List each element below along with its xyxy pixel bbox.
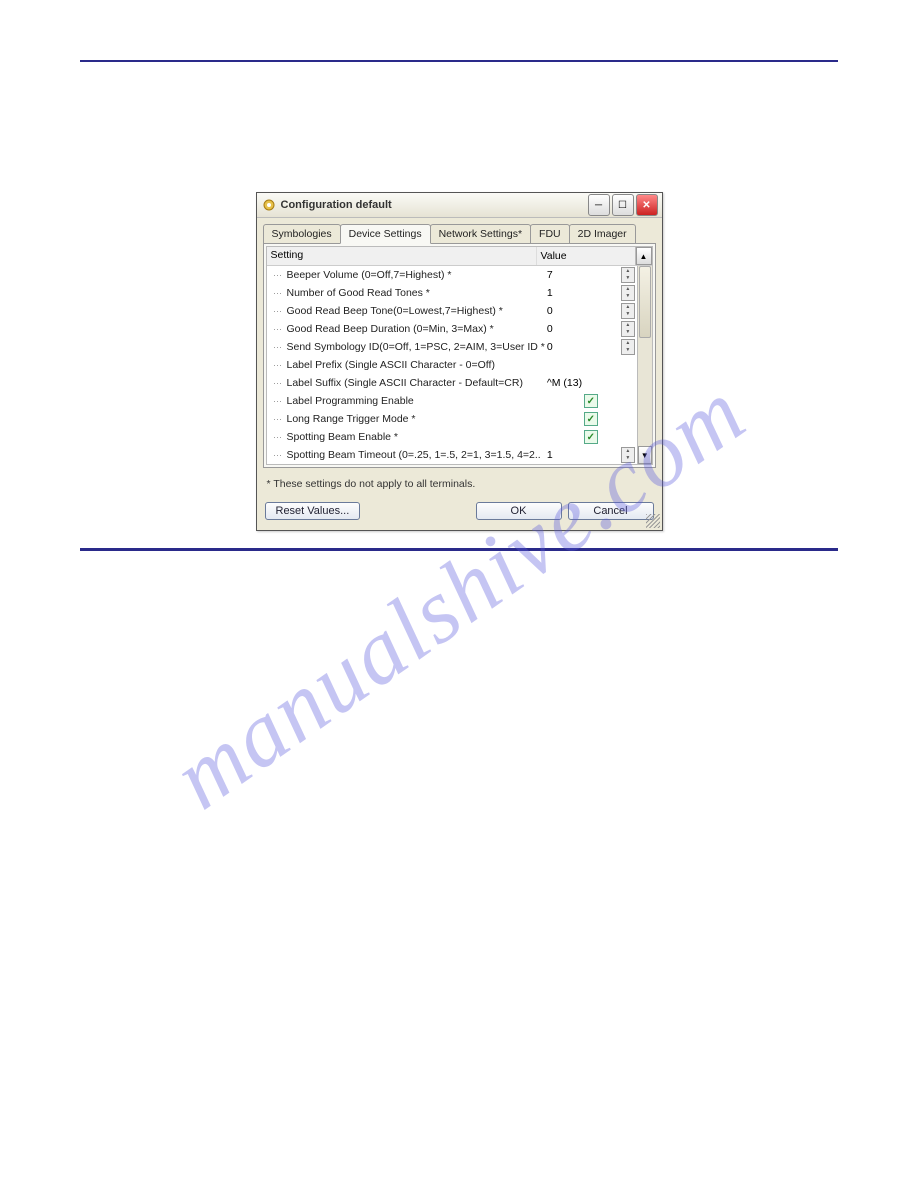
table-row[interactable]: ⋯ Spotting Beam Timeout (0=.25, 1=.5, 2=… <box>267 446 637 464</box>
setting-label: Good Read Beep Tone(0=Lowest,7=Highest) … <box>285 305 545 317</box>
tree-icon: ⋯ <box>267 342 285 353</box>
setting-value[interactable]: 0▲▼ <box>545 303 637 319</box>
bottom-rule <box>80 548 838 551</box>
tree-icon: ⋯ <box>267 288 285 299</box>
maximize-button[interactable]: ☐ <box>612 194 634 216</box>
grid-header: Setting Value ▲ <box>267 247 652 266</box>
table-row[interactable]: ⋯ Label Programming Enable ✓ <box>267 392 637 410</box>
setting-label: Send Symbology ID(0=Off, 1=PSC, 2=AIM, 3… <box>285 341 545 353</box>
tree-icon: ⋯ <box>267 360 285 371</box>
col-value-header[interactable]: Value <box>536 247 635 265</box>
close-button[interactable]: ✕ <box>636 194 658 216</box>
setting-value[interactable]: ✓ <box>545 430 637 444</box>
table-row[interactable]: ⋯ Good Read Beep Tone(0=Lowest,7=Highest… <box>267 302 637 320</box>
spinner[interactable]: ▲▼ <box>621 447 635 463</box>
setting-value[interactable]: 1▲▼ <box>545 285 637 301</box>
dialog-buttons: Reset Values... OK Cancel <box>257 496 662 530</box>
vertical-scrollbar[interactable]: ▼ <box>637 266 652 464</box>
setting-label: Label Prefix (Single ASCII Character - 0… <box>285 359 545 371</box>
page: Configuration default ─ ☐ ✕ Symbologies … <box>0 0 918 591</box>
ok-button[interactable]: OK <box>476 502 562 520</box>
tab-fdu[interactable]: FDU <box>530 224 570 243</box>
table-row[interactable]: ⋯ Number of Good Read Tones * 1▲▼ <box>267 284 637 302</box>
setting-label: Label Suffix (Single ASCII Character - D… <box>285 377 545 389</box>
config-dialog: Configuration default ─ ☐ ✕ Symbologies … <box>256 192 663 531</box>
table-row[interactable]: ⋯ Spotting Beam Enable * ✓ <box>267 428 637 446</box>
setting-value[interactable]: 0▲▼ <box>545 339 637 355</box>
spinner[interactable]: ▲▼ <box>621 267 635 283</box>
titlebar[interactable]: Configuration default ─ ☐ ✕ <box>257 193 662 218</box>
tab-strip: Symbologies Device Settings Network Sett… <box>257 218 662 243</box>
spinner[interactable]: ▲▼ <box>621 321 635 337</box>
tree-icon: ⋯ <box>267 432 285 443</box>
gear-icon <box>261 197 277 213</box>
dialog-title: Configuration default <box>281 199 588 211</box>
setting-label: Long Range Trigger Mode * <box>285 413 545 425</box>
grid-rows: ⋯ Beeper Volume (0=Off,7=Highest) * 7▲▼ … <box>267 266 637 464</box>
table-row[interactable]: ⋯ Good Read Beep Duration (0=Min, 3=Max)… <box>267 320 637 338</box>
setting-value[interactable]: ^M (13) <box>545 377 637 389</box>
tree-icon: ⋯ <box>267 324 285 335</box>
spinner[interactable]: ▲▼ <box>621 303 635 319</box>
reset-values-button[interactable]: Reset Values... <box>265 502 361 520</box>
tree-icon: ⋯ <box>267 450 285 461</box>
col-setting-header[interactable]: Setting <box>267 247 536 265</box>
setting-label: Number of Good Read Tones * <box>285 287 545 299</box>
scroll-thumb[interactable] <box>639 266 651 338</box>
table-row[interactable]: ⋯ Label Prefix (Single ASCII Character -… <box>267 356 637 374</box>
tab-device-settings[interactable]: Device Settings <box>340 224 431 244</box>
tab-symbologies[interactable]: Symbologies <box>263 224 341 243</box>
tab-2d-imager[interactable]: 2D Imager <box>569 224 636 243</box>
settings-grid: Setting Value ▲ ⋯ Beeper Volume (0=Off,7… <box>266 246 653 465</box>
table-row[interactable]: ⋯ Send Symbology ID(0=Off, 1=PSC, 2=AIM,… <box>267 338 637 356</box>
setting-label: Beeper Volume (0=Off,7=Highest) * <box>285 269 545 281</box>
resize-grip-icon[interactable] <box>646 514 660 528</box>
top-rule <box>80 60 838 62</box>
minimize-button[interactable]: ─ <box>588 194 610 216</box>
tree-icon: ⋯ <box>267 414 285 425</box>
table-row[interactable]: ⋯ Beeper Volume (0=Off,7=Highest) * 7▲▼ <box>267 266 637 284</box>
footnote: * These settings do not apply to all ter… <box>257 468 662 496</box>
scroll-up-icon[interactable]: ▲ <box>636 247 652 265</box>
setting-label: Label Programming Enable <box>285 395 545 407</box>
setting-value[interactable]: ✓ <box>545 412 637 426</box>
table-row[interactable]: ⋯ Label Suffix (Single ASCII Character -… <box>267 374 637 392</box>
setting-value[interactable]: 7▲▼ <box>545 267 637 283</box>
tree-icon: ⋯ <box>267 270 285 281</box>
spinner[interactable]: ▲▼ <box>621 285 635 301</box>
window-buttons: ─ ☐ ✕ <box>588 194 658 216</box>
setting-label: Good Read Beep Duration (0=Min, 3=Max) * <box>285 323 545 335</box>
checkbox-checked-icon[interactable]: ✓ <box>584 394 598 408</box>
setting-value[interactable]: 1▲▼ <box>545 447 637 463</box>
scroll-head: ▲ <box>635 247 652 265</box>
checkbox-checked-icon[interactable]: ✓ <box>584 412 598 426</box>
grid-body: ⋯ Beeper Volume (0=Off,7=Highest) * 7▲▼ … <box>267 266 652 464</box>
scroll-down-icon[interactable]: ▼ <box>638 446 652 464</box>
tab-panel: Setting Value ▲ ⋯ Beeper Volume (0=Off,7… <box>263 243 656 468</box>
cancel-button[interactable]: Cancel <box>568 502 654 520</box>
scroll-track[interactable] <box>638 266 652 446</box>
tab-network-settings[interactable]: Network Settings* <box>430 224 531 243</box>
tree-icon: ⋯ <box>267 396 285 407</box>
setting-label: Spotting Beam Timeout (0=.25, 1=.5, 2=1,… <box>285 449 545 461</box>
setting-value[interactable]: ✓ <box>545 394 637 408</box>
setting-label: Spotting Beam Enable * <box>285 431 545 443</box>
tree-icon: ⋯ <box>267 378 285 389</box>
table-row[interactable]: ⋯ Long Range Trigger Mode * ✓ <box>267 410 637 428</box>
checkbox-checked-icon[interactable]: ✓ <box>584 430 598 444</box>
setting-value[interactable]: 0▲▼ <box>545 321 637 337</box>
tree-icon: ⋯ <box>267 306 285 317</box>
spinner[interactable]: ▲▼ <box>621 339 635 355</box>
